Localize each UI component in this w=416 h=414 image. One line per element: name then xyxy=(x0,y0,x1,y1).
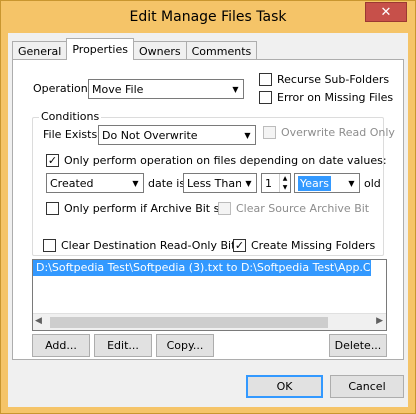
checkbox-box xyxy=(259,73,272,86)
clear-archive-checkbox[interactable]: Clear Source Archive Bit xyxy=(218,202,369,215)
scroll-right-icon[interactable]: ▶ xyxy=(376,316,383,326)
add-button[interactable]: Add... xyxy=(32,334,90,357)
date-field-value: Created xyxy=(50,176,94,190)
checkbox-box xyxy=(259,91,272,104)
archive-bit-checkbox[interactable]: Only perform if Archive Bit set xyxy=(46,202,230,215)
checkbox-box: ✓ xyxy=(46,154,59,167)
close-button[interactable]: ✕ xyxy=(365,2,407,22)
amount-value: 1 xyxy=(265,176,272,190)
check-icon: ✓ xyxy=(234,239,245,252)
check-icon: ✓ xyxy=(47,154,58,167)
chevron-down-icon: ▼ xyxy=(228,80,243,98)
operation-value: Move File xyxy=(92,82,144,96)
list-item[interactable]: D:\Softpedia Test\Softpedia (3).txt to D… xyxy=(33,260,371,276)
cancel-button[interactable]: Cancel xyxy=(330,375,404,398)
checkbox-box xyxy=(43,239,56,252)
date-values-checkbox[interactable]: ✓ Only perform operation on files depend… xyxy=(46,154,387,167)
error-missing-checkbox[interactable]: Error on Missing Files xyxy=(259,91,393,104)
spin-arrows-icon[interactable]: ▲ ▼ xyxy=(279,174,290,192)
unit-select[interactable]: Years ▼ xyxy=(294,173,360,193)
recurse-checkbox[interactable]: Recurse Sub-Folders xyxy=(259,73,389,86)
archive-bit-label: Only perform if Archive Bit set xyxy=(64,202,231,215)
create-folders-label: Create Missing Folders xyxy=(251,239,376,252)
checkbox-box: ✓ xyxy=(233,239,246,252)
chevron-down-icon: ▼ xyxy=(240,126,255,144)
scroll-left-icon[interactable]: ◀ xyxy=(35,316,42,326)
tab-general[interactable]: General xyxy=(12,41,68,60)
tab-strip: General Properties Owners Comments xyxy=(12,38,258,60)
create-folders-checkbox[interactable]: ✓ Create Missing Folders xyxy=(233,239,375,252)
files-listbox[interactable]: D:\Softpedia Test\Softpedia (3).txt to D… xyxy=(32,259,387,331)
properties-panel: Operation: Move File ▼ Recurse Sub-Folde… xyxy=(12,59,404,360)
scroll-thumb[interactable] xyxy=(50,317,328,328)
edit-button[interactable]: Edit... xyxy=(94,334,152,357)
checkbox-box xyxy=(218,202,231,215)
unit-value: Years xyxy=(298,175,332,191)
window-title: Edit Manage Files Task xyxy=(129,9,287,25)
file-exists-select[interactable]: Do Not Overwrite ▼ xyxy=(98,125,256,145)
tab-properties[interactable]: Properties xyxy=(66,38,134,60)
dialog-window: Edit Manage Files Task ✕ General Propert… xyxy=(0,0,416,414)
recurse-label: Recurse Sub-Folders xyxy=(277,73,390,86)
clear-readonly-checkbox[interactable]: Clear Destination Read-Only Bit xyxy=(43,239,235,252)
date-field-select[interactable]: Created ▼ xyxy=(46,173,144,193)
chevron-down-icon: ▼ xyxy=(128,174,143,192)
error-missing-label: Error on Missing Files xyxy=(277,91,394,104)
tab-owners[interactable]: Owners xyxy=(132,41,187,60)
ok-button[interactable]: OK xyxy=(246,375,323,398)
overwrite-readonly-label: Overwrite Read Only xyxy=(281,126,395,139)
close-icon: ✕ xyxy=(380,4,392,20)
chevron-down-icon: ▼ xyxy=(344,174,359,192)
old-label: old xyxy=(364,177,381,190)
clear-readonly-label: Clear Destination Read-Only Bit xyxy=(61,239,236,252)
copy-button[interactable]: Copy... xyxy=(156,334,214,357)
clear-archive-label: Clear Source Archive Bit xyxy=(236,202,370,215)
delete-button[interactable]: Delete... xyxy=(329,334,387,357)
tab-comments[interactable]: Comments xyxy=(185,41,258,60)
file-exists-label: File Exists: xyxy=(43,128,101,141)
checkbox-box xyxy=(46,202,59,215)
title-bar: Edit Manage Files Task ✕ xyxy=(1,1,415,33)
horizontal-scrollbar[interactable]: ◀ ▶ xyxy=(33,313,386,330)
amount-stepper[interactable]: 1 ▲ ▼ xyxy=(261,173,291,193)
overwrite-readonly-checkbox[interactable]: Overwrite Read Only xyxy=(263,126,395,139)
file-exists-value: Do Not Overwrite xyxy=(102,128,198,142)
date-values-label: Only perform operation on files dependin… xyxy=(64,154,387,167)
operation-select[interactable]: Move File ▼ xyxy=(88,79,244,99)
conditions-legend: Conditions xyxy=(39,110,102,123)
comparison-select[interactable]: Less Than ▼ xyxy=(183,173,257,193)
operation-label: Operation: xyxy=(33,82,92,95)
dialog-client: General Properties Owners Comments Opera… xyxy=(8,33,408,407)
chevron-down-icon: ▼ xyxy=(241,174,256,192)
checkbox-box xyxy=(263,126,276,139)
